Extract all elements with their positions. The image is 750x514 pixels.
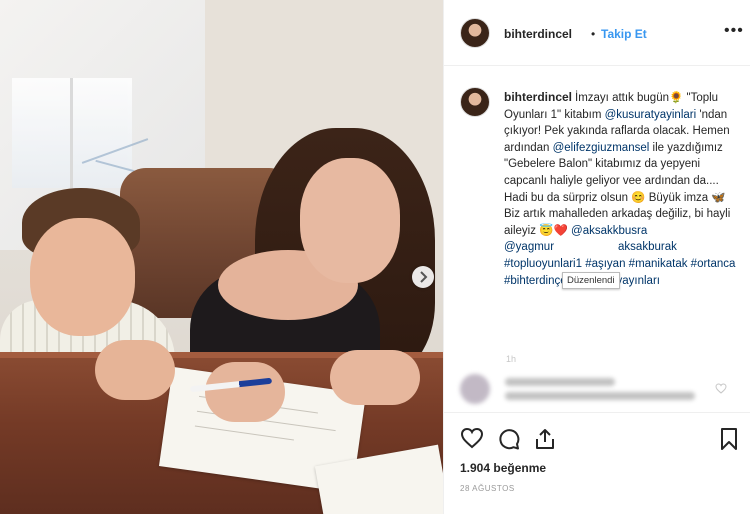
sunflower-emoji: 🌻 (668, 92, 684, 104)
boy-arm (95, 340, 175, 400)
mention-link[interactable]: @elifezgiuzmansel (553, 142, 650, 154)
caption-time: 1h (506, 354, 517, 364)
mention-link[interactable]: @kusuratyayinlari (605, 109, 697, 121)
halo-emoji: 😇 (539, 224, 554, 237)
edited-tooltip: Düzenlendi (562, 272, 620, 289)
heart-emoji: ❤️ (553, 224, 568, 237)
avatar[interactable] (460, 18, 490, 48)
bookmark-icon[interactable] (719, 427, 739, 451)
mention-link[interactable]: @aksakkbusra (571, 225, 647, 237)
comment-line (505, 378, 615, 386)
post-sidebar: bihterdincel • Takip Et ••• bihterdincel… (443, 0, 750, 514)
comment-icon[interactable] (497, 427, 521, 451)
caption-part: Büyük imza (645, 191, 712, 204)
share-icon[interactable] (533, 427, 557, 451)
post-photo[interactable] (0, 0, 443, 514)
follow-button[interactable]: Takip Et (601, 27, 647, 41)
comment-line (505, 392, 695, 400)
comment-avatar (460, 374, 490, 404)
mention-link[interactable]: aksakburak (618, 241, 677, 253)
likes-count[interactable]: 1.904 beğenme (460, 461, 546, 475)
next-photo-button[interactable] (412, 266, 434, 288)
comments-section[interactable]: bihterdincel İmzayı attık bugün🌻 "Toplu O… (444, 67, 750, 412)
post-date: 28 AĞUSTOS (460, 484, 515, 493)
blurred-comment (460, 374, 740, 408)
caption-username[interactable]: bihterdincel (504, 90, 572, 104)
woman-hand (330, 350, 420, 405)
comment-like-icon[interactable] (715, 383, 727, 394)
more-options-icon[interactable]: ••• (724, 22, 744, 40)
header-username[interactable]: bihterdincel (504, 27, 572, 41)
woman-hand-writing (205, 362, 285, 422)
boy-face (30, 218, 135, 336)
butterfly-emoji: 🦋 (711, 191, 726, 204)
smile-emoji: 😊 (631, 191, 646, 204)
paper-line (194, 425, 294, 441)
heart-icon[interactable] (460, 427, 484, 449)
caption-part: İmzayı attık bugün (575, 92, 669, 104)
caption-text: bihterdincel İmzayı attık bugün🌻 "Toplu O… (504, 89, 736, 289)
mention-link[interactable]: @yagmur (504, 241, 554, 253)
separator-dot: • (591, 27, 596, 41)
chevron-right-icon (420, 271, 428, 283)
post-actions: 1.904 beğenme 28 AĞUSTOS (444, 412, 750, 514)
caption-avatar[interactable] (460, 87, 490, 117)
window-reflection (12, 78, 132, 188)
hashtags[interactable]: #topluoyunlari1 #aşıyan #manikatak #orta… (504, 258, 735, 287)
woman-face (300, 158, 400, 283)
post-header: bihterdincel • Takip Et ••• (444, 0, 750, 66)
